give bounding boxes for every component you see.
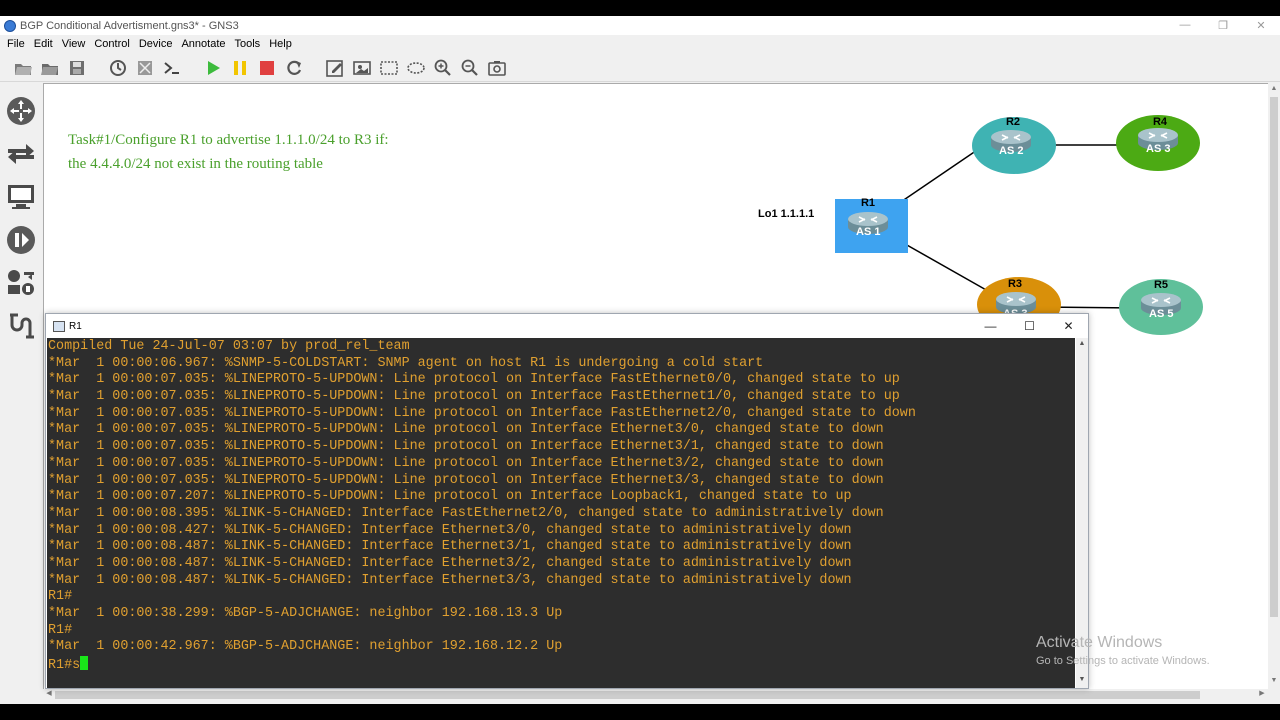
top-black-bar: [0, 0, 1280, 16]
node-r5-as-label: AS 5: [1149, 308, 1174, 320]
browse-security-icon[interactable]: [5, 224, 37, 256]
start-all-icon[interactable]: [202, 57, 224, 79]
activate-windows-watermark: Activate Windows Go to Settings to activ…: [1036, 634, 1210, 667]
window-titlebar: BGP Conditional Advertisment.gns3* - GNS…: [0, 16, 1280, 35]
node-r1-label: R1: [860, 197, 876, 209]
main-toolbar: [0, 54, 1280, 82]
save-icon[interactable]: [66, 57, 88, 79]
browse-routers-icon[interactable]: [5, 95, 37, 127]
draw-ellipse-icon[interactable]: [405, 57, 427, 79]
console-line: *Mar 1 00:00:08.487: %LINK-5-CHANGED: In…: [48, 572, 852, 588]
scrollbar-thumb[interactable]: [55, 691, 1200, 699]
loopback-label: Lo1 1.1.1.1: [758, 208, 815, 220]
scroll-down-arrow-icon[interactable]: ▼: [1076, 676, 1088, 683]
node-r2-label: R2: [1005, 116, 1021, 128]
watermark-subtitle: Go to Settings to activate Windows.: [1036, 655, 1210, 667]
open-project-icon[interactable]: [39, 57, 61, 79]
console-line: *Mar 1 00:00:07.035: %LINEPROTO-5-UPDOWN…: [48, 455, 884, 471]
node-r1-as-label: AS 1: [856, 226, 881, 238]
stop-all-icon[interactable]: [256, 57, 278, 79]
console-line: *Mar 1 00:00:07.035: %LINEPROTO-5-UPDOWN…: [48, 439, 884, 455]
node-r4-as-label: AS 3: [1146, 143, 1171, 155]
menu-help[interactable]: Help: [269, 38, 292, 50]
menu-file[interactable]: File: [7, 38, 25, 50]
console-line: *Mar 1 00:00:07.035: %LINEPROTO-5-UPDOWN…: [48, 472, 884, 488]
node-r5-label: R5: [1153, 279, 1169, 291]
console-maximize-button[interactable]: ☐: [1010, 319, 1049, 333]
console-prompt[interactable]: R1#s: [48, 658, 80, 673]
snapshot-icon[interactable]: [107, 57, 129, 79]
menu-device[interactable]: Device: [139, 38, 173, 50]
console-line: R1#: [48, 622, 73, 638]
console-line: *Mar 1 00:00:07.035: %LINEPROTO-5-UPDOWN…: [48, 422, 884, 438]
canvas-vertical-scrollbar[interactable]: ▲ ▼: [1268, 83, 1280, 689]
menu-edit[interactable]: Edit: [34, 38, 53, 50]
node-r2-as-label: AS 2: [999, 145, 1024, 157]
zoom-in-icon[interactable]: [432, 57, 454, 79]
scroll-up-arrow-icon[interactable]: ▲: [1268, 85, 1280, 92]
console-line: R1#: [48, 589, 73, 605]
gns3-app-window: BGP Conditional Advertisment.gns3* - GNS…: [0, 16, 1280, 704]
console-line: *Mar 1 00:00:08.395: %LINK-5-CHANGED: In…: [48, 505, 884, 521]
console-close-button[interactable]: ✕: [1049, 319, 1088, 333]
open-folder-icon[interactable]: [12, 57, 34, 79]
minimize-button[interactable]: —: [1166, 19, 1204, 32]
console-output[interactable]: Compiled Tue 24-Jul-07 03:07 by prod_rel…: [47, 338, 1075, 688]
show-interfaces-icon[interactable]: [134, 57, 156, 79]
canvas-horizontal-scrollbar[interactable]: ◀ ▶: [43, 689, 1268, 701]
console-window-r1[interactable]: R1 — ☐ ✕ Compiled Tue 24-Jul-07 03:07 by…: [45, 313, 1089, 689]
console-line: *Mar 1 00:00:38.299: %BGP-5-ADJCHANGE: n…: [48, 606, 563, 621]
add-link-icon[interactable]: [5, 310, 37, 342]
edit-note-icon[interactable]: [324, 57, 346, 79]
scrollbar-thumb[interactable]: [1270, 97, 1278, 617]
console-window-controls: — ☐ ✕: [971, 319, 1088, 333]
node-r4-label: R4: [1152, 116, 1168, 128]
reload-all-icon[interactable]: [283, 57, 305, 79]
node-r3-label: R3: [1007, 278, 1023, 290]
console-line: *Mar 1 00:00:08.487: %LINK-5-CHANGED: In…: [48, 555, 852, 571]
scroll-up-arrow-icon[interactable]: ▲: [1076, 340, 1088, 347]
restore-button[interactable]: ❐: [1204, 19, 1242, 32]
screenshot-icon[interactable]: [486, 57, 508, 79]
console-minimize-button[interactable]: —: [971, 319, 1010, 333]
draw-rectangle-icon[interactable]: [378, 57, 400, 79]
scroll-left-arrow-icon[interactable]: ◀: [43, 689, 55, 697]
close-button[interactable]: ✕: [1242, 19, 1280, 32]
console-line: *Mar 1 00:00:07.207: %LINEPROTO-5-UPDOWN…: [48, 489, 852, 505]
console-line: *Mar 1 00:00:06.967: %SNMP-5-COLDSTART: …: [48, 355, 764, 371]
console-app-icon: [53, 320, 65, 332]
menu-tools[interactable]: Tools: [235, 38, 261, 50]
menu-bar: File Edit View Control Device Annotate T…: [0, 35, 1280, 53]
insert-image-icon[interactable]: [351, 57, 373, 79]
console-line: *Mar 1 00:00:42.967: %BGP-5-ADJCHANGE: n…: [48, 639, 563, 655]
menu-annotate[interactable]: Annotate: [181, 38, 225, 50]
window-controls: — ❐ ✕: [1166, 19, 1280, 32]
device-sidebar: [0, 83, 42, 688]
console-prompt-line[interactable]: R1#s: [48, 656, 1075, 673]
console-line: *Mar 1 00:00:07.035: %LINEPROTO-5-UPDOWN…: [48, 405, 916, 421]
menu-control[interactable]: Control: [94, 38, 129, 50]
console-line: *Mar 1 00:00:07.035: %LINEPROTO-5-UPDOWN…: [48, 389, 900, 405]
console-line: *Mar 1 00:00:08.427: %LINK-5-CHANGED: In…: [48, 522, 852, 538]
bottom-black-bar: [0, 704, 1280, 720]
console-all-icon[interactable]: [161, 57, 183, 79]
zoom-out-icon[interactable]: [459, 57, 481, 79]
console-line: *Mar 1 00:00:08.487: %LINK-5-CHANGED: In…: [48, 539, 852, 555]
browse-switches-icon[interactable]: [5, 138, 37, 170]
watermark-title: Activate Windows: [1036, 634, 1163, 651]
menu-view[interactable]: View: [62, 38, 86, 50]
console-line: *Mar 1 00:00:07.035: %LINEPROTO-5-UPDOWN…: [48, 372, 900, 388]
console-line: Compiled Tue 24-Jul-07 03:07 by prod_rel…: [48, 339, 410, 354]
browse-all-devices-icon[interactable]: [5, 267, 37, 299]
window-title: BGP Conditional Advertisment.gns3* - GNS…: [20, 19, 239, 32]
scroll-down-arrow-icon[interactable]: ▼: [1268, 677, 1280, 684]
gns3-logo-icon: [4, 19, 16, 32]
console-cursor: [80, 656, 89, 671]
browse-end-devices-icon[interactable]: [5, 181, 37, 213]
console-titlebar[interactable]: R1 — ☐ ✕: [46, 314, 1088, 338]
suspend-all-icon[interactable]: [229, 57, 251, 79]
console-title: R1: [69, 320, 82, 332]
scroll-right-arrow-icon[interactable]: ▶: [1256, 689, 1268, 697]
